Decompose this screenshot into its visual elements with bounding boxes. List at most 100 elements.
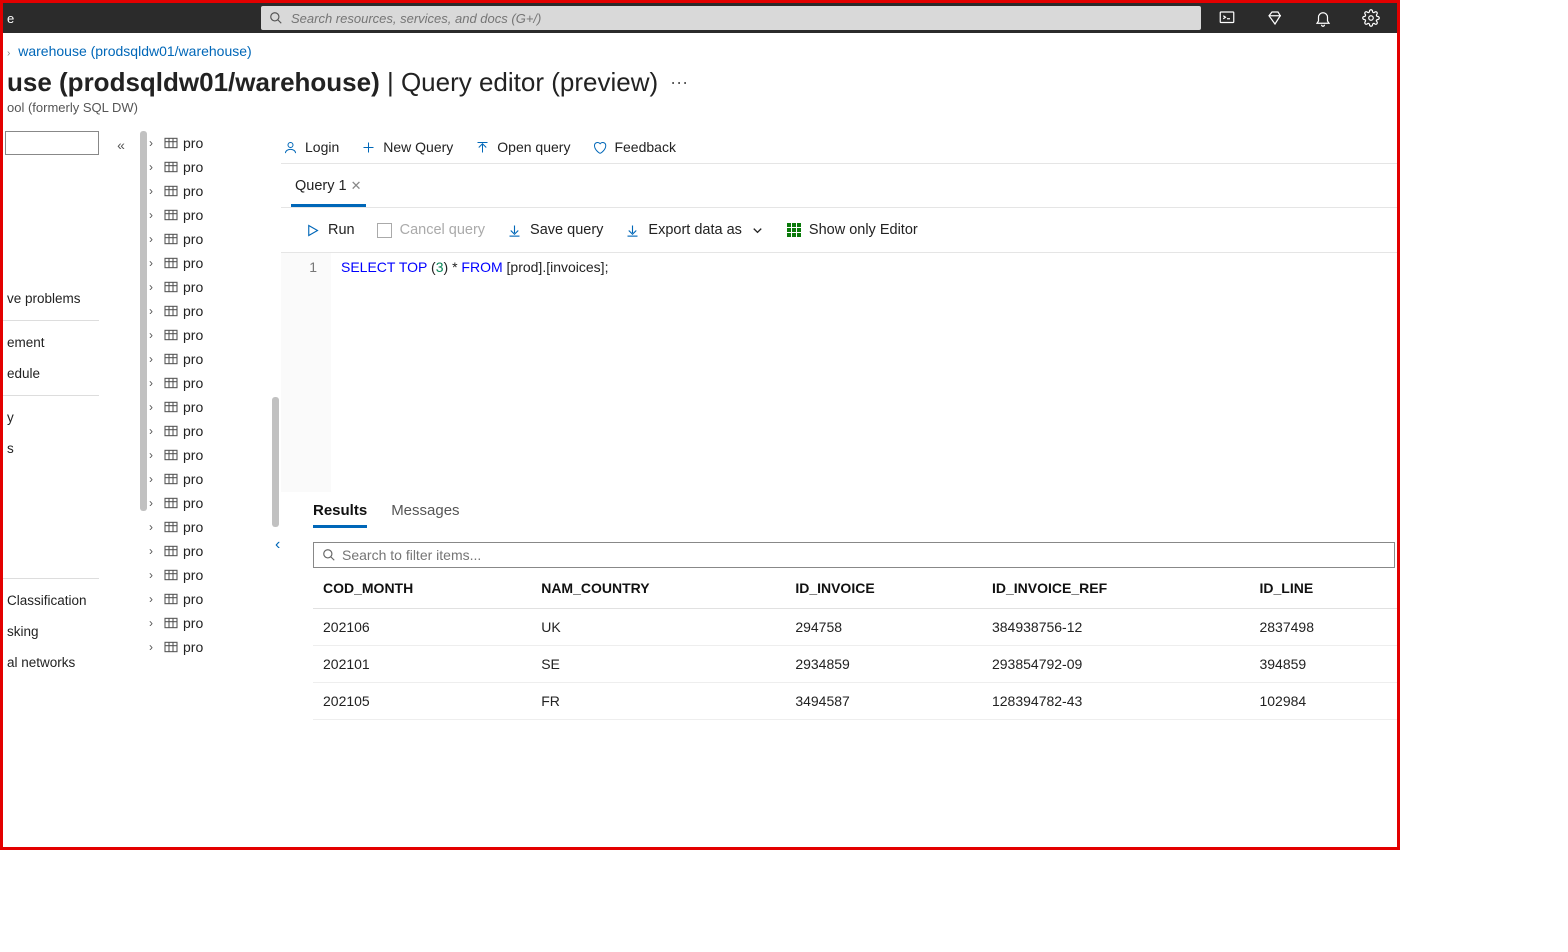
- chevron-right-icon: ›: [149, 256, 159, 270]
- table-row[interactable]: 202101SE2934859293854792-09394859: [313, 646, 1397, 683]
- login-button[interactable]: Login: [283, 139, 339, 155]
- table-cell: FR: [531, 683, 785, 720]
- chevron-right-icon: ›: [149, 160, 159, 174]
- tree-table-item[interactable]: ›pro: [149, 155, 271, 179]
- collapse-panel-icon[interactable]: ‹: [275, 536, 280, 554]
- run-button[interactable]: Run: [305, 222, 355, 238]
- table-row[interactable]: 202106UK294758384938756-122837498: [313, 609, 1397, 646]
- save-query-button[interactable]: Save query: [507, 222, 603, 238]
- more-menu-icon[interactable]: ···: [670, 72, 688, 93]
- results-panel: Results Messages COD_MONTHNAM_COUNTRYID_…: [281, 492, 1397, 839]
- plus-icon: [361, 140, 376, 155]
- close-tab-icon[interactable]: ✕: [351, 178, 362, 194]
- table-cell: 128394782-43: [982, 683, 1250, 720]
- tree-table-item[interactable]: ›pro: [149, 299, 271, 323]
- chevron-right-icon: ›: [149, 568, 159, 582]
- chevron-right-icon: ›: [149, 616, 159, 630]
- tree-table-item[interactable]: ›pro: [149, 179, 271, 203]
- sidebar-item[interactable]: al networks: [5, 647, 103, 678]
- notifications-icon[interactable]: [1299, 3, 1347, 33]
- table-cell: 202105: [313, 683, 531, 720]
- messages-tab[interactable]: Messages: [391, 502, 459, 528]
- editor-toolbar: Run Cancel query Save query Export data …: [281, 208, 1397, 252]
- tree-table-item[interactable]: ›pro: [149, 275, 271, 299]
- tree-table-item[interactable]: ›pro: [149, 635, 271, 659]
- line-gutter: 1: [281, 253, 331, 492]
- column-header[interactable]: COD_MONTH: [313, 568, 531, 609]
- column-header[interactable]: ID_INVOICE_REF: [982, 568, 1250, 609]
- download-icon: [507, 223, 522, 238]
- page-title: use (prodsqldw01/warehouse) | Query edit…: [7, 67, 658, 98]
- chevron-right-icon: ›: [149, 424, 159, 438]
- tree-table-item[interactable]: ›pro: [149, 251, 271, 275]
- export-data-button[interactable]: Export data as: [625, 222, 765, 238]
- chevron-right-icon: ›: [149, 304, 159, 318]
- sidebar-item[interactable]: y: [5, 402, 103, 433]
- sidebar-item[interactable]: ement: [5, 327, 103, 358]
- global-search-input[interactable]: [291, 11, 1193, 26]
- global-search[interactable]: [261, 6, 1201, 30]
- open-query-button[interactable]: Open query: [475, 139, 570, 155]
- table-row[interactable]: 202105FR3494587128394782-43102984: [313, 683, 1397, 720]
- query-tabs: Query 1 ✕: [281, 164, 1397, 208]
- tree-table-item[interactable]: ›pro: [149, 587, 271, 611]
- tree-table-item[interactable]: ›pro: [149, 563, 271, 587]
- sidebar-menu: ve problems ement edule y s Classificati…: [3, 131, 103, 839]
- results-filter[interactable]: [313, 542, 1395, 568]
- collapse-sidebar-icon[interactable]: «: [117, 137, 125, 153]
- chevron-right-icon: ›: [149, 376, 159, 390]
- tree-table-item[interactable]: ›pro: [149, 371, 271, 395]
- sidebar-item[interactable]: edule: [5, 358, 103, 389]
- tree-table-item[interactable]: ›pro: [149, 419, 271, 443]
- tree-table-item[interactable]: ›pro: [149, 443, 271, 467]
- column-header[interactable]: ID_INVOICE: [785, 568, 982, 609]
- tree-table-item[interactable]: ›pro: [149, 395, 271, 419]
- results-tab[interactable]: Results: [313, 502, 367, 528]
- sidebar-item[interactable]: s: [5, 433, 103, 464]
- tree-table-item[interactable]: ›pro: [149, 539, 271, 563]
- chevron-right-icon: ›: [149, 496, 159, 510]
- settings-icon[interactable]: [1347, 3, 1395, 33]
- sql-editor[interactable]: 1 SELECT TOP (3) * FROM [prod].[invoices…: [281, 252, 1397, 492]
- object-explorer: ›pro›pro›pro›pro›pro›pro›pro›pro›pro›pro…: [139, 131, 281, 839]
- command-bar: Login New Query Open query Feedback: [281, 131, 1397, 163]
- tree-table-item[interactable]: ›pro: [149, 203, 271, 227]
- column-header[interactable]: ID_LINE: [1249, 568, 1397, 609]
- table-cell: 384938756-12: [982, 609, 1250, 646]
- sidebar-item[interactable]: sking: [5, 616, 103, 647]
- code-content[interactable]: SELECT TOP (3) * FROM [prod].[invoices];: [331, 253, 618, 492]
- tree-table-item[interactable]: ›pro: [149, 611, 271, 635]
- chevron-right-icon: ›: [149, 544, 159, 558]
- scrollbar[interactable]: [139, 131, 149, 839]
- new-query-button[interactable]: New Query: [361, 139, 453, 155]
- sidebar-item[interactable]: Classification: [5, 585, 103, 616]
- download-icon: [625, 223, 640, 238]
- tree-table-item[interactable]: ›pro: [149, 491, 271, 515]
- table-cell: 202101: [313, 646, 531, 683]
- chevron-right-icon: ›: [149, 208, 159, 222]
- table-cell: 394859: [1249, 646, 1397, 683]
- sidebar-item[interactable]: ve problems: [5, 283, 103, 314]
- results-table: COD_MONTHNAM_COUNTRYID_INVOICEID_INVOICE…: [313, 568, 1397, 720]
- results-filter-input[interactable]: [342, 547, 1386, 563]
- checkbox-icon: [377, 223, 392, 238]
- tree-table-item[interactable]: ›pro: [149, 227, 271, 251]
- cancel-query-button: Cancel query: [377, 222, 485, 238]
- column-header[interactable]: NAM_COUNTRY: [531, 568, 785, 609]
- breadcrumb-link[interactable]: warehouse (prodsqldw01/warehouse): [18, 43, 251, 59]
- tree-table-item[interactable]: ›pro: [149, 347, 271, 371]
- heart-icon: [592, 140, 607, 155]
- tree-table-item[interactable]: ›pro: [149, 323, 271, 347]
- tree-table-item[interactable]: ›pro: [149, 467, 271, 491]
- directory-icon[interactable]: [1251, 3, 1299, 33]
- feedback-button[interactable]: Feedback: [592, 139, 675, 155]
- sidebar-search-input[interactable]: [5, 131, 99, 155]
- tree-table-item[interactable]: ›pro: [149, 131, 271, 155]
- query-tab[interactable]: Query 1 ✕: [291, 172, 366, 207]
- cloud-shell-icon[interactable]: [1203, 3, 1251, 33]
- scrollbar[interactable]: [271, 131, 281, 839]
- grid-icon: [787, 223, 801, 237]
- show-only-editor-button[interactable]: Show only Editor: [787, 222, 918, 238]
- tree-table-item[interactable]: ›pro: [149, 515, 271, 539]
- chevron-right-icon: ›: [7, 48, 10, 59]
